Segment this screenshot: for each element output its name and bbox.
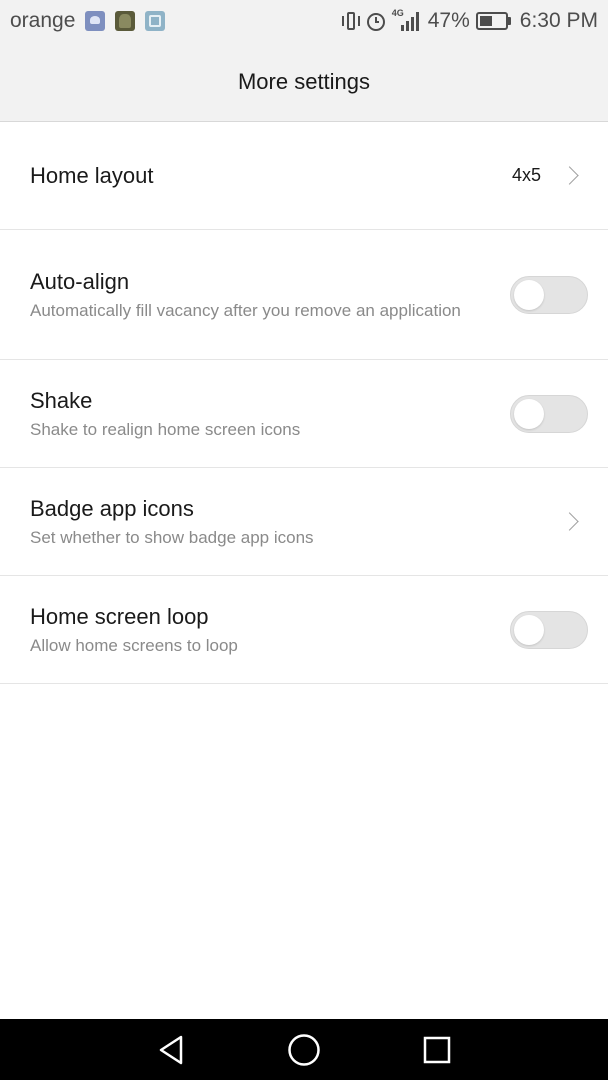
home-button[interactable] (284, 1030, 324, 1070)
setting-description: Automatically fill vacancy after you rem… (30, 300, 461, 320)
status-indicators: 4G 47% 6:30 PM (341, 8, 598, 33)
setting-title: Shake (30, 387, 93, 413)
setting-title: Home screen loop (30, 603, 209, 629)
toggle-knob (514, 398, 544, 429)
alarm-icon (366, 11, 386, 31)
home-layout-value: 4x5 (511, 165, 541, 185)
setting-home-layout[interactable]: Home layout 4x5 (0, 122, 608, 230)
clock: 6:30 PM (519, 9, 598, 32)
recents-button[interactable] (417, 1030, 457, 1070)
carrier-label: orange (10, 9, 76, 32)
toggle-knob (514, 279, 544, 310)
network-type-label: 4G (391, 8, 404, 18)
setting-home-screen-loop[interactable]: Home screen loop Allow home screens to l… (0, 576, 608, 684)
back-button[interactable] (151, 1030, 191, 1070)
setting-description: Shake to realign home screen icons (30, 419, 301, 439)
battery-percent: 47% (427, 9, 470, 32)
recents-icon (423, 1036, 450, 1063)
setting-title: Auto-align (30, 268, 130, 294)
signal-icon: 4G (391, 8, 422, 32)
page-title: More settings (237, 68, 371, 94)
setting-title: Badge app icons (30, 495, 194, 521)
battery-icon (475, 12, 512, 30)
status-bar: orange 4G 47% 6:30 PM (0, 0, 608, 42)
toggle-knob (514, 614, 544, 645)
setting-auto-align[interactable]: Auto-align Automatically fill vacancy af… (0, 230, 608, 360)
home-icon (288, 1033, 320, 1066)
setting-shake[interactable]: Shake Shake to realign home screen icons (0, 360, 608, 468)
setting-description: Set whether to show badge app icons (30, 527, 314, 547)
health-icon (85, 11, 106, 31)
gallery-icon (145, 11, 166, 31)
auto-align-toggle[interactable] (510, 275, 588, 314)
setting-description: Allow home screens to loop (30, 635, 238, 655)
setting-title: Home layout (30, 162, 154, 188)
photo-thumbnail-icon (115, 11, 136, 31)
settings-list: Home layout 4x5 Auto-align Automatically… (0, 122, 608, 684)
home-screen-loop-toggle[interactable] (510, 610, 588, 649)
setting-badge-app-icons[interactable]: Badge app icons Set whether to show badg… (0, 468, 608, 576)
title-bar: More settings (0, 42, 608, 122)
navigation-bar (0, 1019, 608, 1080)
back-icon (160, 1035, 183, 1064)
vibrate-icon (341, 11, 360, 31)
shake-toggle[interactable] (510, 394, 588, 433)
